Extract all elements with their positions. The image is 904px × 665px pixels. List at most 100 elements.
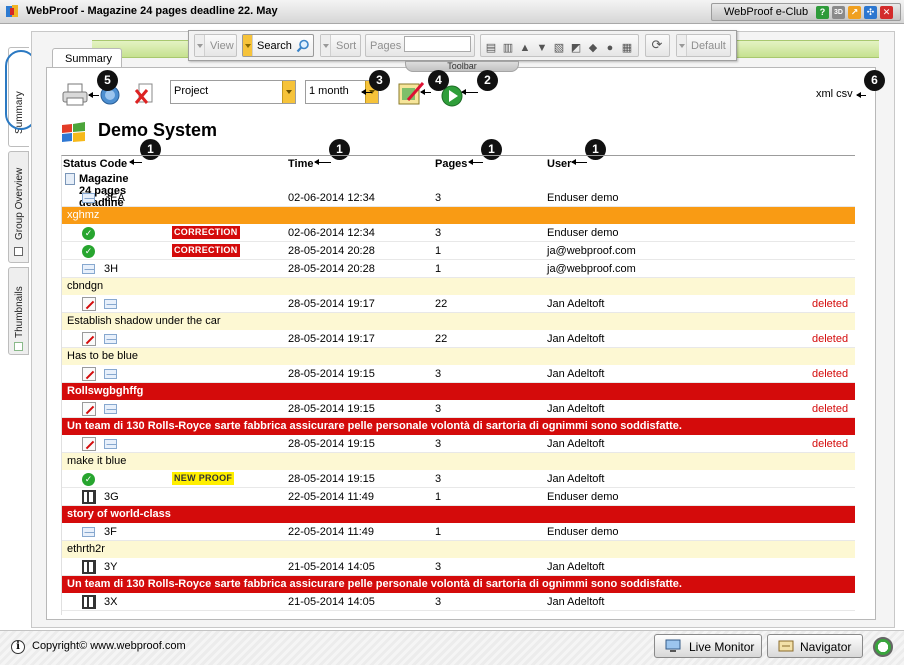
sort-button-label: Sort — [336, 40, 357, 52]
email-icon[interactable] — [82, 264, 95, 274]
approve-icon[interactable]: ● — [604, 42, 616, 54]
thumbnails-icon — [14, 342, 23, 351]
close-icon[interactable]: ✕ — [880, 6, 893, 19]
navigator-icon — [778, 640, 794, 652]
stamp-icon[interactable]: ◆ — [587, 42, 599, 54]
refresh-button[interactable]: ⟳ — [645, 34, 670, 57]
time-cell: 28-05-2014 20:28 — [288, 245, 375, 257]
edit-icon[interactable] — [82, 437, 96, 451]
column-header-status[interactable]: Status Code — [63, 158, 127, 170]
callout-arrow — [88, 92, 99, 98]
table-row[interactable]: 3F 22-05-2014 11:49 1 Enduser demo — [62, 523, 855, 541]
time-cell: 28-05-2014 19:17 — [288, 298, 375, 310]
film-icon[interactable] — [82, 490, 96, 504]
user-cell: Enduser demo — [547, 491, 619, 503]
comment-row: Un team di 130 Rolls-Royce sarte fabbric… — [62, 418, 855, 435]
check-icon[interactable]: ✓ — [82, 227, 95, 240]
comment-row: ethrth2r — [62, 541, 855, 558]
tab-thumbnails[interactable]: Thumbnails — [8, 267, 29, 355]
table-row[interactable]: ✓ CORRECTION 28-05-2014 20:28 1 ja@webproof.… — [62, 242, 855, 260]
comment-text: Establish shadow under the car — [67, 315, 221, 327]
time-cell: 28-05-2014 19:15 — [288, 438, 375, 450]
edit-icon[interactable] — [82, 332, 96, 346]
table-row[interactable]: ✓ NEW PROOF 28-05-2014 19:15 3 Jan Adeltoft — [62, 470, 855, 488]
search-icon — [296, 39, 309, 53]
edit-icon[interactable] — [82, 402, 96, 416]
table-row[interactable]: 3H 28-05-2014 20:28 1 ja@webproof.com — [62, 260, 855, 278]
status-badge: CORRECTION — [172, 226, 240, 239]
time-cell: 21-05-2014 14:05 — [288, 596, 375, 608]
accessibility-icon[interactable]: ✣ — [864, 6, 877, 19]
live-monitor-button[interactable]: Live Monitor — [654, 634, 762, 658]
column-header-user[interactable]: User — [547, 158, 571, 170]
comment-row: Rollswgbghffg — [62, 383, 855, 400]
table-row[interactable]: 3EA 02-06-2014 12:34 3 Enduser demo — [62, 189, 855, 207]
chevron-down-icon — [321, 35, 331, 56]
sort-button[interactable]: Sort — [320, 34, 361, 57]
column-header-pages[interactable]: Pages — [435, 158, 467, 170]
table-row[interactable]: 28-05-2014 19:15 3 Jan Adeltoft deleted — [62, 400, 855, 418]
comment-row: cbndgn — [62, 278, 855, 295]
column-header-time[interactable]: Time — [288, 158, 313, 170]
email-icon[interactable] — [104, 439, 117, 449]
project-select[interactable]: Project — [170, 80, 296, 104]
search-button[interactable]: Search — [242, 34, 314, 57]
copy-page-icon[interactable]: ▥ — [502, 42, 514, 54]
pages-cell: 3 — [435, 438, 442, 450]
help-icon[interactable]: ? — [816, 6, 829, 19]
user-cell: ja@webproof.com — [547, 263, 636, 275]
email-icon[interactable] — [82, 193, 95, 203]
email-icon[interactable] — [104, 369, 117, 379]
table-row[interactable]: 3X 21-05-2014 14:05 3 Jan Adeltoft — [62, 593, 855, 611]
edit-icon[interactable] — [82, 367, 96, 381]
settings-tool-icon[interactable]: ↗ — [848, 6, 861, 19]
pages-input[interactable] — [404, 36, 471, 52]
deleted-status: deleted — [812, 368, 849, 380]
view-button[interactable]: View — [194, 34, 237, 57]
new-page-icon[interactable]: ▤ — [485, 42, 497, 54]
export-links[interactable]: xml csv — [816, 88, 853, 100]
default-button[interactable]: Default — [676, 34, 731, 57]
arrow-down-icon[interactable]: ▼ — [536, 42, 548, 54]
table-row[interactable]: 28-05-2014 19:17 22 Jan Adeltoft deleted — [62, 330, 855, 348]
time-cell: 22-05-2014 11:49 — [288, 526, 375, 538]
3d-view-icon[interactable]: 3D — [832, 6, 845, 19]
comment-row: make it blue — [62, 453, 855, 470]
info-icon[interactable]: i — [11, 640, 25, 654]
check-icon[interactable]: ✓ — [82, 473, 95, 486]
navigator-button[interactable]: Navigator — [767, 634, 863, 658]
callout-arrow — [856, 92, 866, 98]
table-row[interactable]: ✓ CORRECTION 02-06-2014 12:34 3 Enduser demo — [62, 224, 855, 242]
delete-document-icon[interactable] — [133, 82, 157, 106]
pdf-export-icon[interactable]: ◩ — [570, 42, 582, 54]
summary-content-tab[interactable]: Summary — [52, 48, 122, 68]
table-row[interactable]: 3Y 21-05-2014 14:05 3 Jan Adeltoft — [62, 558, 855, 576]
print-icon[interactable]: ▦ — [621, 42, 633, 54]
email-icon[interactable] — [104, 299, 117, 309]
email-icon[interactable] — [104, 404, 117, 414]
pages-cell: 3 — [435, 596, 442, 608]
table-row[interactable]: 28-05-2014 19:15 3 Jan Adeltoft deleted — [62, 365, 855, 383]
edit-icon[interactable] — [82, 297, 96, 311]
check-icon[interactable]: ✓ — [82, 245, 95, 258]
printer-icon[interactable] — [62, 83, 90, 107]
user-cell: Enduser demo — [547, 227, 619, 239]
table-row[interactable]: 28-05-2014 19:17 22 Jan Adeltoft deleted — [62, 295, 855, 313]
table-row[interactable]: 28-05-2014 19:15 3 Jan Adeltoft deleted — [62, 435, 855, 453]
pdf-icon[interactable]: ▧ — [553, 42, 565, 54]
eclub-label[interactable]: WebProof e-Club — [724, 6, 808, 18]
film-icon[interactable] — [82, 560, 96, 574]
tab-group-overview[interactable]: Group Overview — [8, 151, 29, 263]
comment-row: Has to be blue — [62, 348, 855, 365]
copyright-text: Copyright© www.webproof.com — [32, 640, 186, 652]
email-icon[interactable] — [104, 334, 117, 344]
email-icon[interactable] — [82, 527, 95, 537]
default-button-label: Default — [691, 40, 726, 52]
callout-arrow — [461, 89, 478, 95]
toolbar-toggle-tab[interactable]: Toolbar — [405, 61, 519, 72]
arrow-up-icon[interactable]: ▲ — [519, 42, 531, 54]
pages-cell: 22 — [435, 298, 448, 310]
live-monitor-label: Live Monitor — [689, 640, 755, 654]
film-icon[interactable] — [82, 595, 96, 609]
table-row[interactable]: 3G 22-05-2014 11:49 1 Enduser demo — [62, 488, 855, 506]
